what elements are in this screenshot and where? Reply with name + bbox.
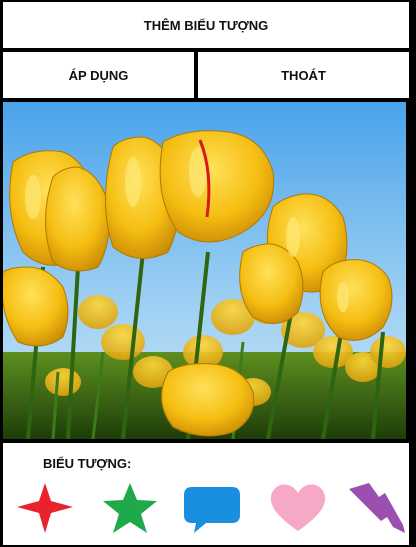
exit-button[interactable]: THOÁT	[198, 52, 409, 98]
sticker-star[interactable]	[100, 481, 160, 535]
exit-button-label: THOÁT	[281, 67, 326, 83]
sticker-label: BIỂU TƯỢNG:	[43, 456, 132, 471]
lightning-icon	[349, 483, 405, 533]
page-title: THÊM BIỂU TƯỢNG	[3, 2, 409, 48]
page-title-label: THÊM BIỂU TƯỢNG	[143, 17, 269, 33]
star-icon	[103, 483, 157, 533]
sticker-lightning[interactable]	[347, 481, 407, 535]
sticker-heart[interactable]	[268, 481, 328, 535]
tulip-photo[interactable]	[3, 102, 406, 439]
sparkle-star-icon	[17, 483, 73, 533]
apply-button-label: ÁP DỤNG	[68, 67, 129, 83]
sticker-panel: BIỂU TƯỢNG:	[3, 443, 409, 545]
apply-button[interactable]: ÁP DỤNG	[3, 52, 194, 98]
tulip-photo-image	[3, 102, 406, 439]
heart-icon	[270, 484, 326, 531]
sticker-sparkle-star[interactable]	[15, 481, 75, 535]
speech-bubble-icon	[184, 487, 240, 533]
sticker-speech-bubble[interactable]	[182, 481, 242, 535]
